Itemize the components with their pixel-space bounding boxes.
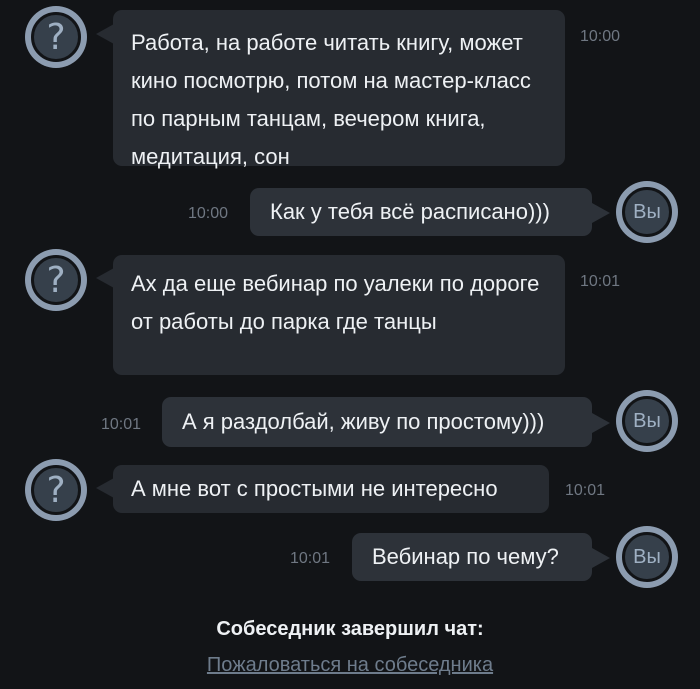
my-avatar-label: Вы (622, 396, 672, 446)
message-time: 10:01 (101, 416, 142, 433)
message-text: Работа, на работе читать книгу, может ки… (131, 30, 531, 169)
question-mark-icon: ? (46, 16, 66, 58)
question-mark-icon: ? (46, 469, 66, 511)
chat-log: ? Работа, на работе читать книгу, может … (0, 0, 700, 689)
bubble-tail (592, 548, 610, 568)
message-bubble-stranger: Ах да еще вебинар по уалеки по дороге от… (113, 255, 565, 375)
stranger-avatar: ? (25, 249, 87, 311)
bubble-tail (592, 413, 610, 433)
bubble-tail (592, 203, 610, 223)
message-time: 10:01 (565, 482, 606, 499)
message-text: Вебинар по чему? (372, 544, 559, 569)
message-text: А я раздолбай, живу по простому))) (182, 409, 545, 434)
message-time: 10:00 (188, 205, 229, 222)
message-bubble-stranger: Работа, на работе читать книгу, может ки… (113, 10, 565, 169)
my-avatar: Вы (616, 181, 678, 243)
my-avatar: Вы (616, 526, 678, 588)
message-bubble-stranger: А мне вот с простыми не интересно (113, 465, 549, 513)
message-bubble-me: Как у тебя всё расписано))) (250, 188, 592, 236)
stranger-avatar: ? (25, 6, 87, 68)
bubble-tail (96, 268, 114, 288)
my-avatar-label: Вы (622, 187, 672, 237)
message-bubble-me: Вебинар по чему? (352, 533, 592, 581)
message-text: Ах да еще вебинар по уалеки по дороге от… (131, 271, 540, 334)
bubble-tail (96, 478, 114, 498)
message-text: А мне вот с простыми не интересно (131, 476, 498, 501)
my-avatar-label: Вы (622, 532, 672, 582)
message-time: 10:01 (580, 273, 621, 290)
message-bubble-me: А я раздолбай, живу по простому))) (162, 397, 592, 447)
message-time: 10:00 (580, 28, 621, 45)
message-text: Как у тебя всё расписано))) (270, 199, 550, 224)
report-user-link[interactable]: Пожаловаться на собеседника (0, 654, 700, 677)
chat-ended-notice: Собеседник завершил чат: (216, 618, 484, 640)
bubble-tail (96, 24, 114, 44)
message-time: 10:01 (290, 550, 331, 567)
question-mark-icon: ? (46, 259, 66, 301)
stranger-avatar: ? (25, 459, 87, 521)
my-avatar: Вы (616, 390, 678, 452)
